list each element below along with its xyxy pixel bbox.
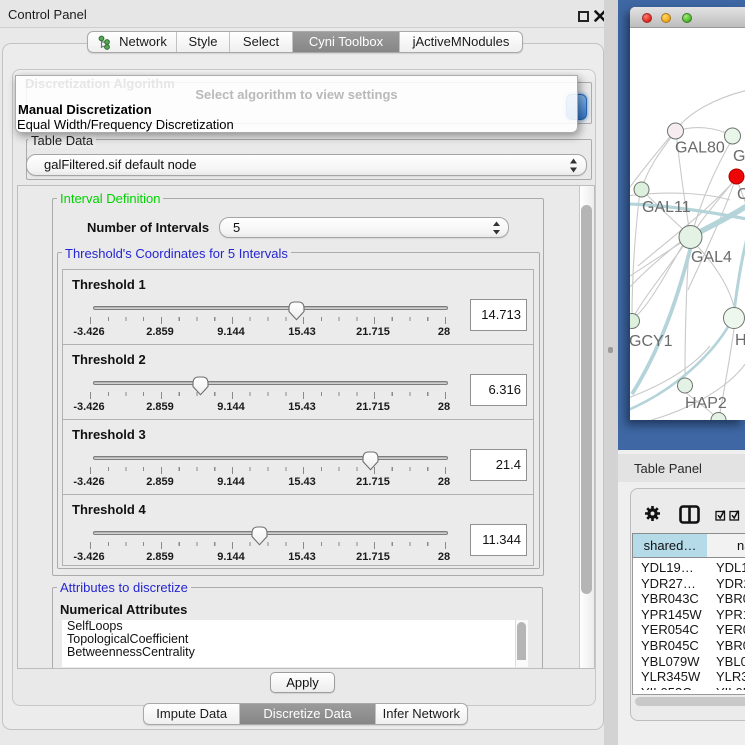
svg-text:GAL80: GAL80 [675,140,725,157]
svg-text:HAP2: HAP2 [685,395,727,412]
svg-text:GAL4: GAL4 [691,249,732,266]
svg-text:GAL11: GAL11 [642,199,691,216]
svg-text:HIS: HIS [735,332,745,349]
svg-text:GCY1: GCY1 [630,333,673,350]
svg-text:CYB: CYB [737,186,745,203]
svg-text:GAL3: GAL3 [733,148,745,165]
